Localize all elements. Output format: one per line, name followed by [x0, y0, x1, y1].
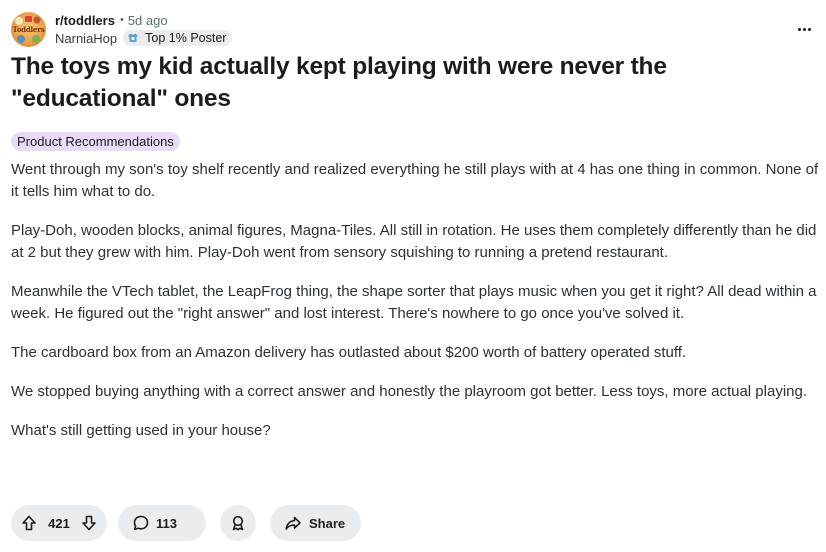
- subreddit-link[interactable]: r/toddlers: [55, 13, 115, 28]
- comment-count: 113: [156, 515, 177, 531]
- body-paragraph: Play-Doh, wooden blocks, animal figures,…: [11, 222, 817, 261]
- more-horizontal-icon: [797, 27, 801, 31]
- post-header: Toddlers r/toddlers • 5d ago NarniaHop T…: [11, 11, 814, 47]
- share-label: Share: [309, 515, 346, 531]
- post-card: Toddlers r/toddlers • 5d ago NarniaHop T…: [0, 0, 826, 552]
- body-paragraph: Went through my son's toy shelf recently…: [11, 161, 819, 200]
- arrow-up-icon[interactable]: [20, 514, 38, 532]
- share-arrow-icon: [285, 516, 301, 530]
- author-flair-label: Top 1% Poster: [145, 31, 227, 45]
- post-flair-tag[interactable]: Product Recommendations: [11, 132, 180, 151]
- meta-separator: •: [119, 14, 124, 26]
- post-age: 5d ago: [127, 12, 168, 28]
- upvote-count: 421: [48, 515, 70, 531]
- subreddit-avatar[interactable]: Toddlers: [11, 12, 46, 47]
- post-body: Went through my son's toy shelf recently…: [11, 159, 823, 459]
- share-button[interactable]: Share: [270, 505, 361, 541]
- top-poster-icon: [128, 33, 139, 42]
- arrow-down-icon[interactable]: [80, 514, 98, 532]
- subreddit-avatar-logo: Toddlers: [12, 25, 45, 34]
- body-paragraph: Meanwhile the VTech tablet, the LeapFrog…: [11, 283, 817, 322]
- comments-button[interactable]: 113: [118, 505, 206, 541]
- author-link[interactable]: NarniaHop: [55, 31, 117, 46]
- award-icon: [232, 515, 244, 531]
- post-title: The toys my kid actually kept playing wi…: [11, 53, 667, 112]
- vote-control: 421: [11, 505, 107, 541]
- body-paragraph: What's still getting used in your house?: [11, 422, 271, 439]
- more-options-button[interactable]: [794, 21, 814, 37]
- award-button[interactable]: [220, 505, 256, 541]
- body-paragraph: The cardboard box from an Amazon deliver…: [11, 344, 687, 361]
- speech-bubble-icon: [133, 515, 149, 531]
- author-flair-badge: Top 1% Poster: [123, 30, 233, 46]
- post-meta: r/toddlers • 5d ago NarniaHop Top 1% Pos…: [55, 11, 233, 47]
- body-paragraph: We stopped buying anything with a correc…: [11, 383, 808, 400]
